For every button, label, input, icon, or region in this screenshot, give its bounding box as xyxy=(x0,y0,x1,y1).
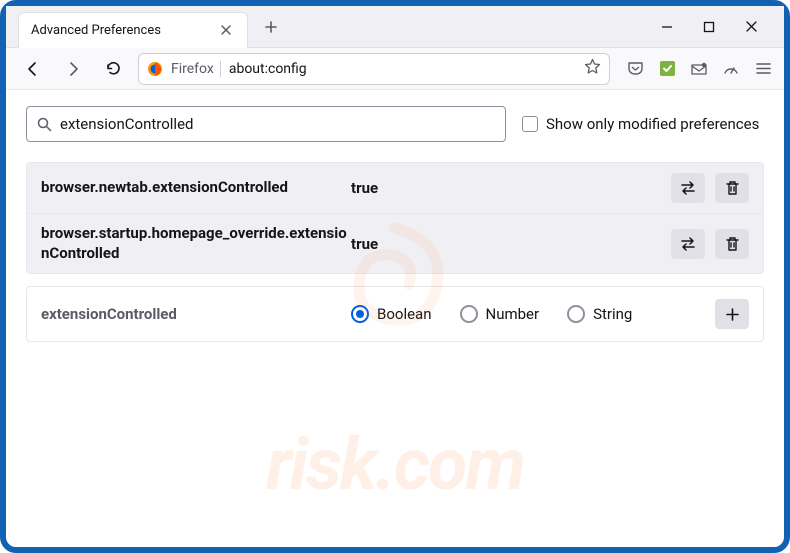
close-tab-icon[interactable] xyxy=(217,21,235,39)
delete-button[interactable] xyxy=(715,173,749,203)
back-button[interactable] xyxy=(18,54,48,84)
add-pref-button[interactable] xyxy=(715,299,749,329)
content-area: Show only modified preferences browser.n… xyxy=(6,90,784,358)
toggle-button[interactable] xyxy=(671,173,705,203)
window-controls xyxy=(658,18,784,36)
search-box[interactable] xyxy=(26,106,506,142)
modified-only-checkbox[interactable]: Show only modified preferences xyxy=(522,115,759,133)
checkbox-label: Show only modified preferences xyxy=(546,115,759,133)
browser-tab[interactable]: Advanced Preferences xyxy=(18,12,248,48)
new-tab-button[interactable] xyxy=(256,12,286,42)
pref-row[interactable]: browser.startup.homepage_override.extens… xyxy=(27,214,763,273)
maximize-button[interactable] xyxy=(700,18,718,36)
checkbox-box[interactable] xyxy=(522,116,538,132)
pref-row[interactable]: browser.newtab.extensionControlled true xyxy=(27,163,763,214)
pref-value: true xyxy=(351,179,671,197)
bookmark-star-icon[interactable] xyxy=(584,58,601,79)
pocket-icon[interactable] xyxy=(626,60,644,78)
type-radio-group: Boolean Number String xyxy=(351,305,715,323)
watermark-text: risk.com xyxy=(266,422,524,507)
dashboard-icon[interactable] xyxy=(722,60,740,78)
radio-boolean[interactable]: Boolean xyxy=(351,305,432,323)
titlebar: Advanced Preferences xyxy=(6,6,784,48)
identity-label: Firefox xyxy=(171,61,221,77)
new-pref-row: extensionControlled Boolean Number Strin… xyxy=(26,286,764,342)
tab-title: Advanced Preferences xyxy=(31,23,217,38)
preferences-table: browser.newtab.extensionControlled true … xyxy=(26,162,764,274)
radio-dot xyxy=(351,305,369,323)
close-window-button[interactable] xyxy=(742,18,760,36)
radio-number[interactable]: Number xyxy=(460,305,540,323)
delete-button[interactable] xyxy=(715,229,749,259)
url-text: about:config xyxy=(229,61,576,77)
firefox-logo-icon xyxy=(147,61,163,77)
mail-icon[interactable] xyxy=(690,60,708,78)
url-bar[interactable]: Firefox about:config xyxy=(138,53,610,85)
minimize-button[interactable] xyxy=(658,18,676,36)
radio-dot xyxy=(460,305,478,323)
toggle-button[interactable] xyxy=(671,229,705,259)
pref-name: browser.newtab.extensionControlled xyxy=(41,178,351,198)
forward-button[interactable] xyxy=(58,54,88,84)
pref-name: browser.startup.homepage_override.extens… xyxy=(41,224,351,263)
menu-icon[interactable] xyxy=(754,60,772,78)
new-pref-name: extensionControlled xyxy=(41,305,351,323)
search-input[interactable] xyxy=(60,115,495,133)
radio-string[interactable]: String xyxy=(567,305,632,323)
navigation-toolbar: Firefox about:config xyxy=(6,48,784,90)
extension-icon[interactable] xyxy=(658,60,676,78)
radio-dot xyxy=(567,305,585,323)
pref-value: true xyxy=(351,235,671,253)
search-icon xyxy=(37,117,52,132)
reload-button[interactable] xyxy=(98,54,128,84)
